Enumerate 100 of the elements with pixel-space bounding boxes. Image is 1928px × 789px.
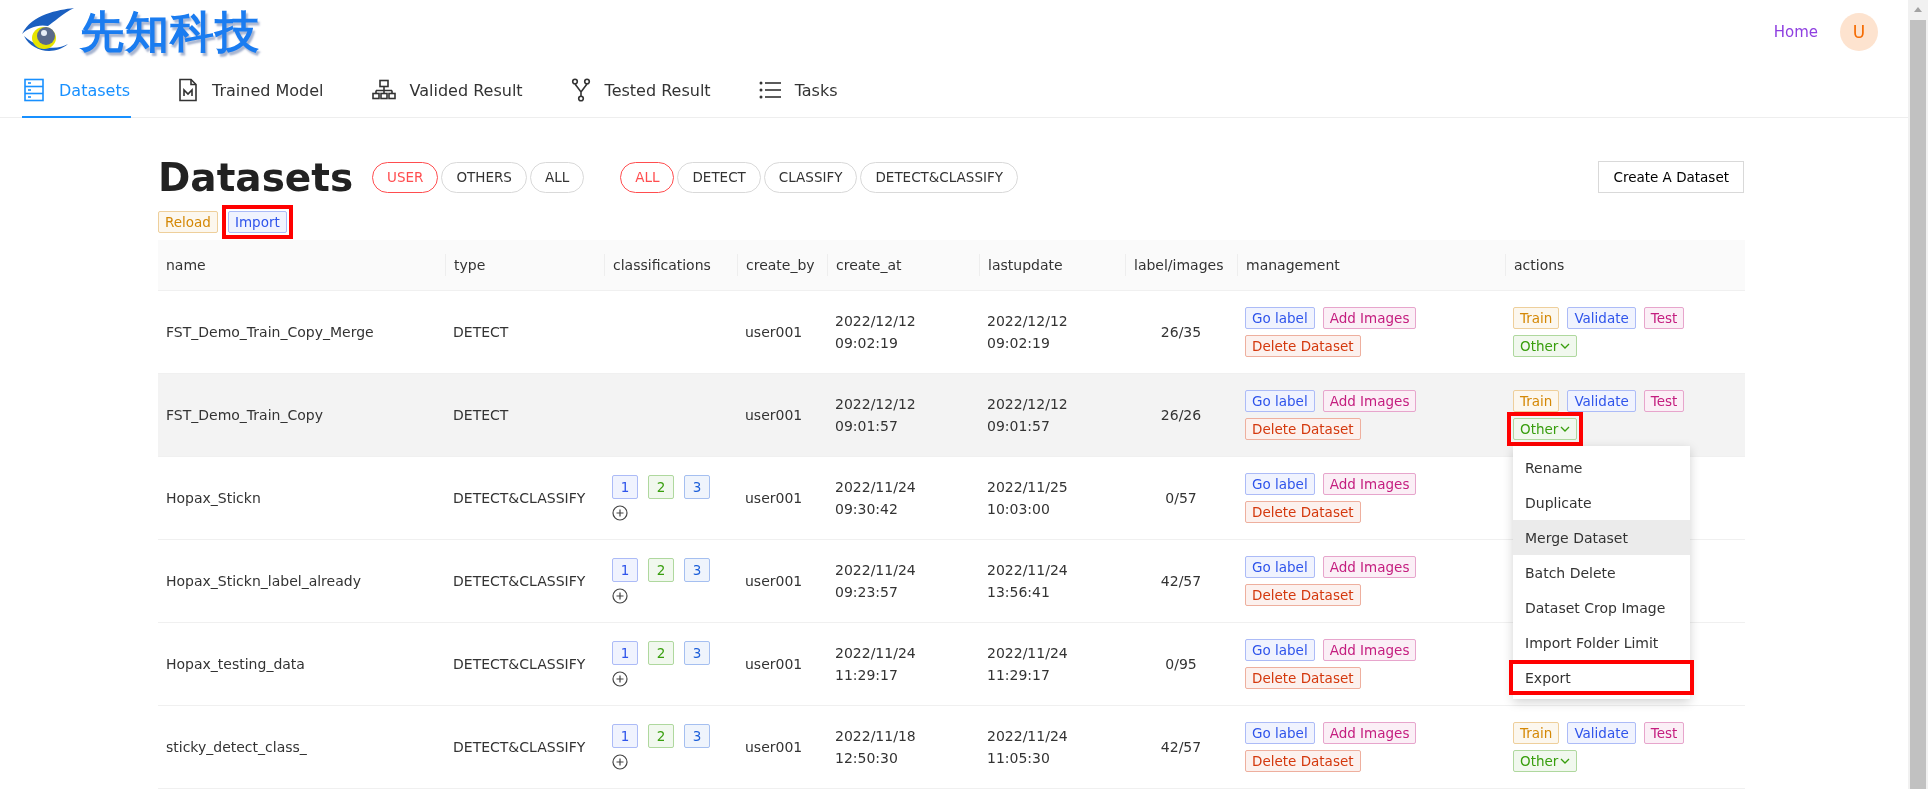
management-button[interactable]: Add Images (1322, 639, 1417, 661)
management-button[interactable]: Add Images (1322, 556, 1417, 578)
management-button[interactable]: Add Images (1322, 307, 1417, 329)
home-link[interactable]: Home (1773, 23, 1818, 42)
table-cell-text: Hopax_Stickn (165, 490, 262, 506)
action-button[interactable]: Validate (1567, 307, 1636, 329)
fork-icon (570, 78, 591, 103)
nav-tab[interactable]: Datasets (22, 64, 131, 118)
class-tag[interactable]: 1 (612, 724, 638, 748)
management-button[interactable]: Add Images (1322, 722, 1417, 744)
action-button[interactable]: Validate (1567, 390, 1636, 412)
document-icon (178, 78, 198, 103)
management-button[interactable]: Delete Dataset (1245, 750, 1361, 772)
column-header: classifications (604, 254, 737, 276)
class-tag[interactable]: 3 (684, 558, 710, 582)
management-button[interactable]: Go label (1245, 556, 1315, 578)
chevron-down-icon (1560, 757, 1571, 765)
type-filter[interactable]: DETECT (677, 161, 761, 193)
table-cell-text: Hopax_testing_data (165, 656, 306, 672)
management-button[interactable]: Delete Dataset (1245, 418, 1361, 440)
column-header: lastupdate (979, 254, 1125, 276)
class-tag[interactable]: 3 (684, 641, 710, 665)
action-button[interactable]: Test (1643, 307, 1685, 329)
add-circle-icon[interactable] (612, 505, 628, 521)
list-icon (758, 81, 781, 100)
nav-tab[interactable]: Tested Result (569, 64, 712, 118)
table-cell-text: 2022/11/24 11:05:30 (987, 727, 1069, 768)
logo-text: 先知科技 (80, 4, 260, 59)
nav-tab[interactable]: Trained Model (177, 64, 325, 118)
class-tag[interactable]: 3 (684, 724, 710, 748)
table-cell-text: user001 (744, 407, 804, 423)
scrollbar[interactable] (1908, 0, 1928, 789)
add-circle-icon[interactable] (612, 754, 628, 770)
class-tag[interactable]: 3 (684, 475, 710, 499)
menu-item[interactable]: Dataset Crop Image (1513, 590, 1690, 625)
table-cell-text: user001 (744, 324, 804, 340)
nav-tab[interactable]: Valided Result (370, 64, 524, 118)
class-tag[interactable]: 2 (648, 558, 674, 582)
add-circle-icon[interactable] (612, 588, 628, 604)
management-button[interactable]: Go label (1245, 639, 1315, 661)
toolbar-button[interactable]: Import (227, 211, 287, 233)
column-header: type (445, 254, 604, 276)
class-tag[interactable]: 1 (612, 558, 638, 582)
owner-filter[interactable]: ALL (529, 161, 585, 193)
menu-item[interactable]: Export (1513, 664, 1690, 691)
management-button[interactable]: Go label (1245, 722, 1315, 744)
menu-item[interactable]: Import Folder Limit (1513, 625, 1690, 660)
owner-filter[interactable]: USER (372, 161, 439, 193)
action-button[interactable]: Test (1643, 722, 1685, 744)
chevron-down-icon (1560, 342, 1571, 350)
table-cell-text: 2022/11/24 11:29:17 (835, 644, 917, 685)
table-cell-text: 2022/11/18 12:50:30 (835, 727, 917, 768)
class-tag[interactable]: 1 (612, 641, 638, 665)
table-cell-text: user001 (744, 739, 804, 755)
table-row[interactable]: sticky_detect_class_ DETECT&CLASSIFY 1 2 3 user001 2022/11/18 12:50:30 2022/11/24 11:05:30 42/57 Go label Add Images Delete Dataset Train Validate Test Other (158, 706, 1745, 789)
menu-item[interactable]: Rename (1513, 450, 1690, 485)
create-dataset-button[interactable]: Create A Dataset (1598, 161, 1744, 193)
chevron-down-icon (1560, 425, 1571, 433)
management-button[interactable]: Delete Dataset (1245, 584, 1361, 606)
database-icon (23, 78, 45, 103)
column-header: label/images (1125, 254, 1237, 276)
table-cell-text: 2022/12/12 09:01:57 (987, 395, 1069, 436)
type-filter[interactable]: ALL (620, 161, 675, 193)
management-button[interactable]: Delete Dataset (1245, 667, 1361, 689)
dropdown-button[interactable]: Other (1513, 418, 1578, 440)
table-cell-text: user001 (744, 656, 804, 672)
type-filter[interactable]: DETECT&CLASSIFY (860, 161, 1018, 193)
menu-item[interactable]: Merge Dataset (1513, 520, 1690, 555)
table-cell-text: DETECT (452, 324, 510, 340)
owner-filter[interactable]: OTHERS (441, 161, 527, 193)
class-tag[interactable]: 2 (648, 724, 674, 748)
class-tag[interactable]: 2 (648, 475, 674, 499)
action-button[interactable]: Validate (1567, 722, 1636, 744)
dropdown-button[interactable]: Other (1513, 335, 1578, 357)
management-button[interactable]: Delete Dataset (1245, 335, 1361, 357)
table-cell-text: 2022/11/24 13:56:41 (987, 561, 1069, 602)
management-button[interactable]: Go label (1245, 307, 1315, 329)
type-filter[interactable]: CLASSIFY (763, 161, 858, 193)
management-button[interactable]: Go label (1245, 473, 1315, 495)
table-cell-text: DETECT&CLASSIFY (452, 573, 587, 589)
table-cell-text: 2022/11/24 09:30:42 (835, 478, 917, 519)
class-tag[interactable]: 1 (612, 475, 638, 499)
table-cell-text: 26/35 (1159, 324, 1203, 340)
management-button[interactable]: Add Images (1322, 390, 1417, 412)
dropdown-button[interactable]: Other (1513, 750, 1578, 772)
management-button[interactable]: Add Images (1322, 473, 1417, 495)
toolbar-button[interactable]: Reload (158, 211, 218, 233)
table-cell-text: 2022/12/12 09:02:19 (835, 312, 917, 353)
add-circle-icon[interactable] (612, 671, 628, 687)
menu-item[interactable]: Duplicate (1513, 485, 1690, 520)
management-button[interactable]: Delete Dataset (1245, 501, 1361, 523)
sitemap-icon (371, 79, 396, 102)
table-cell-text: 42/57 (1159, 573, 1203, 589)
table-cell-text: DETECT (452, 407, 510, 423)
nav-tab[interactable]: Tasks (757, 64, 839, 118)
management-button[interactable]: Go label (1245, 390, 1315, 412)
menu-item[interactable]: Batch Delete (1513, 555, 1690, 590)
table-cell-text: 26/26 (1159, 407, 1203, 423)
action-button[interactable]: Test (1643, 390, 1685, 412)
class-tag[interactable]: 2 (648, 641, 674, 665)
